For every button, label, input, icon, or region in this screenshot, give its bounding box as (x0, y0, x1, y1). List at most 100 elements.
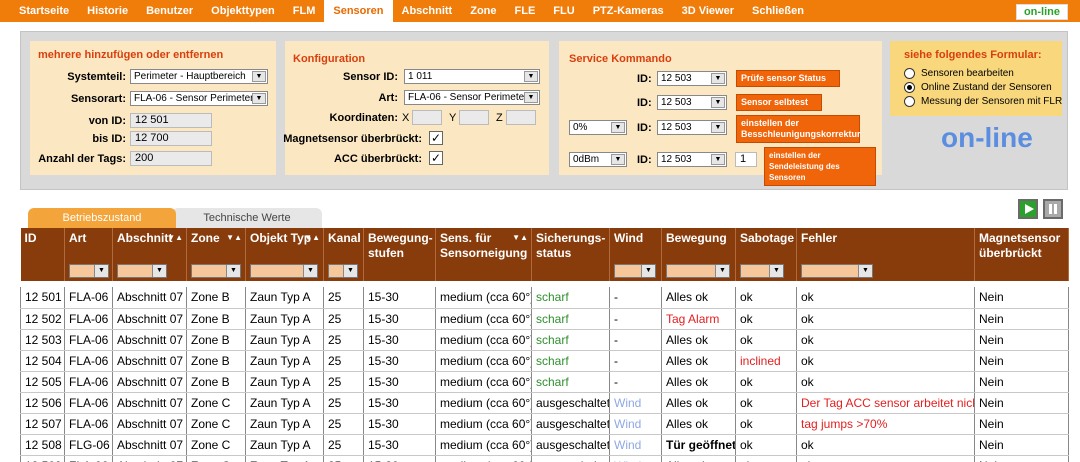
sendeleistung-button[interactable]: einstellen der Sendeleistung des Sensore… (764, 147, 876, 186)
sensor-id-select[interactable]: 1 011 ▼ (404, 69, 540, 84)
col-header-magnetsensor[interactable]: Magnetsensor überbrückt (974, 228, 1069, 261)
col-header-abschnitt[interactable]: Abschnitt ▼▲ (112, 228, 187, 261)
table-row[interactable]: 12 509FLA-06Abschnitt 07Zone CZaun Typ A… (20, 455, 1069, 462)
service-id-select-4[interactable]: 12 503 ▼ (657, 152, 727, 167)
tab-technische-werte[interactable]: Technische Werte (172, 208, 322, 228)
table-cell: Zaun Typ A (245, 434, 324, 456)
table-cell: 15-30 (363, 434, 436, 456)
table-cell: medium (cca 60°) (435, 392, 532, 414)
table-cell: 12 508 (20, 434, 65, 456)
radio-online-zustand[interactable] (904, 82, 915, 93)
filter-select-art[interactable]: ▼ (69, 264, 109, 279)
table-row[interactable]: 12 502 FLA-06 Abschnitt 07 Zone B Zaun Typ A… (20, 308, 1069, 330)
table-cell: Alles ok (661, 371, 736, 393)
table-cell: Alles ok (661, 350, 736, 372)
sort-icon[interactable]: ▼▲ (226, 230, 242, 245)
table-cell: ok (735, 413, 797, 435)
table-row[interactable]: 12 506 FLA-06 Abschnitt 07 Zone C Zaun Typ A… (20, 392, 1069, 414)
sendeleistung-value-input[interactable]: 1 (735, 152, 757, 167)
table-cell: ok (796, 329, 975, 351)
radio-sensoren-bearbeiten[interactable] (904, 68, 915, 79)
nav-item[interactable]: FLU (544, 0, 583, 22)
selbtest-button[interactable]: Sensor selbtest (736, 94, 822, 111)
nav-item[interactable]: Zone (461, 0, 505, 22)
sensorart-select[interactable]: FLA-06 - Sensor Perimeter ▼ (130, 91, 268, 106)
nav-item[interactable]: Benutzer (137, 0, 202, 22)
table-row[interactable]: 12 503 FLA-06 Abschnitt 07 Zone B Zaun Typ A… (20, 329, 1069, 351)
col-header-zone[interactable]: Zone ▼▲ (186, 228, 246, 261)
big-online-status: on-line (941, 122, 1033, 153)
nav-item[interactable]: PTZ-Kameras (584, 0, 673, 22)
filter-select-zone[interactable]: ▼ (191, 264, 241, 279)
korrektur-button[interactable]: einstellen der Besschleunigungskorrektur (736, 115, 861, 143)
sort-icon[interactable]: ▼▲ (304, 230, 320, 245)
x-input[interactable] (412, 110, 442, 125)
table-cell: 12 502 (20, 308, 65, 330)
filter-select-bewegung[interactable]: ▼ (666, 264, 730, 279)
anzahl-input[interactable]: 200 (130, 151, 212, 166)
bis-id-input[interactable]: 12 700 (130, 131, 212, 146)
table-row[interactable]: 12 501 FLA-06 Abschnitt 07 Zone B Zaun Typ A… (20, 287, 1069, 309)
sort-icon[interactable]: ▼▲ (512, 230, 528, 245)
tab-betriebszustand[interactable]: Betriebszustand (28, 208, 176, 228)
col-header-art[interactable]: Art (64, 228, 113, 261)
nav-item[interactable]: FLE (506, 0, 545, 22)
chevron-down-icon: ▼ (303, 265, 317, 278)
filter-select-fehler[interactable]: ▼ (801, 264, 873, 279)
filter-cell: ▼ (112, 261, 187, 281)
play-icon[interactable] (1018, 199, 1038, 219)
korrektur-percent-select[interactable]: 0% ▼ (569, 120, 627, 135)
nav-item[interactable]: Abschnitt (393, 0, 462, 22)
service-id-select-1[interactable]: 12 503 ▼ (657, 71, 727, 86)
col-header-fehler[interactable]: Fehler (796, 228, 975, 261)
nav-item[interactable]: FLM (284, 0, 325, 22)
col-header-bewegung[interactable]: Bewegung (661, 228, 736, 261)
filter-select-objekt-typ[interactable]: ▼ (250, 264, 318, 279)
service-id-select-2[interactable]: 12 503 ▼ (657, 95, 727, 110)
filter-select-sabotage[interactable]: ▼ (740, 264, 784, 279)
z-input[interactable] (506, 110, 536, 125)
sendeleistung-dbm-select[interactable]: 0dBm ▼ (569, 152, 627, 167)
filter-select-wind[interactable]: ▼ (614, 264, 656, 279)
acc-checkbox[interactable]: ✓ (429, 151, 443, 165)
art-select[interactable]: FLA-06 - Sensor Perimeter ▼ (404, 90, 540, 105)
col-header-sicherungsstatus[interactable]: Sicherungs-status (531, 228, 610, 261)
table-cell: 15-30 (363, 329, 436, 351)
nav-item[interactable]: Schließen (743, 0, 813, 22)
table-cell: Alles ok (661, 329, 736, 351)
col-header-bewegungstufen[interactable]: Bewegung-stufen (363, 228, 436, 261)
table-row[interactable]: 12 504 FLA-06 Abschnitt 07 Zone B Zaun Typ A… (20, 350, 1069, 372)
von-id-input[interactable]: 12 501 (130, 113, 212, 128)
service-id-select-3[interactable]: 12 503 ▼ (657, 120, 727, 135)
service-id-label-1: ID: (637, 73, 652, 85)
pause-icon[interactable] (1043, 199, 1063, 219)
table-cell: - (609, 308, 662, 330)
nav-item[interactable]: Objekttypen (202, 0, 284, 22)
table-row[interactable]: 12 505 FLA-06 Abschnitt 07 Zone B Zaun Typ A… (20, 371, 1069, 393)
filter-select-kanal[interactable]: ▼ (328, 264, 358, 279)
z-label: Z (496, 112, 503, 124)
systemteil-select[interactable]: Perimeter - Hauptbereich ▼ (130, 69, 268, 84)
sort-icon[interactable]: ▼▲ (167, 230, 183, 245)
col-header-kanal[interactable]: Kanal (323, 228, 364, 261)
magnet-checkbox[interactable]: ✓ (429, 131, 443, 145)
nav-item[interactable]: Sensoren (324, 0, 393, 22)
table-row[interactable]: 12 508 FLG-06 Abschnitt 07 Zone C Zaun Typ A… (20, 434, 1069, 456)
nav-item[interactable]: Historie (78, 0, 137, 22)
table-cell: 15-30 (363, 287, 436, 309)
table-row[interactable]: 12 507 FLA-06 Abschnitt 07 Zone C Zaun Typ A… (20, 413, 1069, 435)
col-header-sabotage[interactable]: Sabotage (735, 228, 797, 261)
nav-item[interactable]: 3D Viewer (673, 0, 743, 22)
bis-id-label: bis ID: (92, 133, 126, 145)
chevron-down-icon: ▼ (226, 265, 240, 278)
filter-select-abschnitt[interactable]: ▼ (117, 264, 167, 279)
col-header-wind[interactable]: Wind (609, 228, 662, 261)
col-header-id[interactable]: ID (20, 228, 65, 261)
filter-cell (363, 261, 436, 281)
col-header-sens[interactable]: Sens. für Sensorneigung ▼▲ (435, 228, 532, 261)
pruefe-status-button[interactable]: Prüfe sensor Status (736, 70, 840, 87)
nav-item[interactable]: Startseite (10, 0, 78, 22)
y-input[interactable] (459, 110, 489, 125)
radio-messung-flr[interactable] (904, 96, 915, 107)
col-header-objekt-typ[interactable]: Objekt Typ ▼▲ (245, 228, 324, 261)
